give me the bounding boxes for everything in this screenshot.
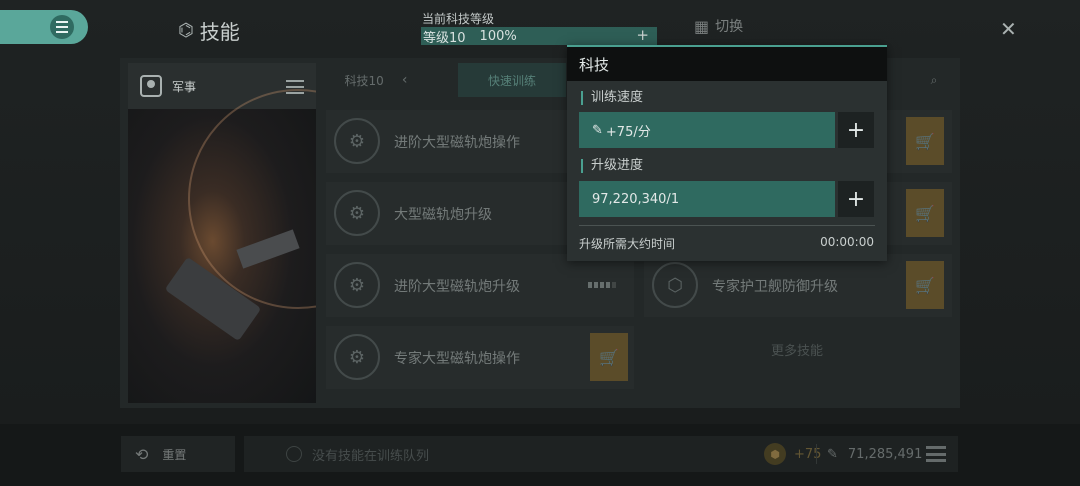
skill-card[interactable]: ⚙ 专家大型磁轨炮操作 🛒 [326, 326, 634, 389]
skill-name: 进阶大型磁轨炮升级 [394, 278, 520, 295]
train-speed-field: ✎ +75/分 [579, 112, 835, 148]
skill-name: 专家大型磁轨炮操作 [394, 350, 520, 367]
page-title-text: 技能 [199, 20, 240, 44]
upgrade-progress-plus-button[interactable]: + [838, 181, 874, 217]
skill-points-value: 71,285,491 [847, 446, 923, 462]
grid-icon: ▦ [694, 16, 710, 36]
search-icon[interactable]: ⌕ [916, 63, 952, 97]
main-menu-button[interactable] [0, 10, 88, 44]
tech-level-label: 当前科技等级 [422, 12, 495, 26]
category-header[interactable]: 军事 [128, 63, 316, 109]
popup-title: 科技 [567, 47, 887, 81]
queue-icon [286, 446, 302, 462]
queue-menu-icon[interactable] [926, 446, 946, 462]
upgrade-progress-value: 97,220,340/1 [592, 191, 680, 207]
train-speed-label: 训练速度 [581, 91, 643, 105]
cart-icon[interactable]: 🛒 [906, 117, 944, 165]
tab-quick-train-label: 快速训练 [487, 73, 536, 88]
upgrade-progress-field: 97,220,340/1 [579, 181, 835, 217]
skill-name: 专家护卫舰防御升级 [712, 278, 838, 295]
train-speed-plus-button[interactable]: + [838, 112, 874, 148]
tab-tech-level-label: 科技10 [344, 73, 384, 88]
boost-indicator[interactable]: ⬢ +75 [764, 436, 821, 472]
close-icon[interactable]: ✕ [1000, 17, 1017, 41]
upgrade-progress-label: 升级进度 [581, 159, 643, 173]
skill-points: ✎ 71,285,491 [816, 436, 922, 472]
cart-icon[interactable]: 🛒 [906, 189, 944, 237]
menu-icon [50, 15, 74, 39]
boost-icon: ⬢ [764, 443, 786, 465]
reset-button[interactable]: ⟲ 重置 [121, 436, 235, 472]
skill-card[interactable]: ⬡ 专家护卫舰防御升级 🛒 [644, 254, 952, 317]
queue-empty-text: 没有技能在训练队列 [312, 448, 430, 464]
tab-tech-level[interactable]: 科技10 ‹ [326, 63, 426, 97]
more-skills-button[interactable]: 更多技能 [644, 322, 950, 376]
train-speed-value: +75/分 [605, 124, 651, 140]
switch-label: 切换 [715, 19, 744, 35]
cube-icon: ⬡ [652, 262, 698, 308]
skill-progress [588, 282, 616, 288]
reset-label: 重置 [162, 447, 187, 462]
estimate-value: 00:00:00 [820, 235, 874, 249]
skill-icon: ⚙ [334, 334, 380, 380]
estimate-label: 升级所需大约时间 [579, 237, 676, 251]
switch-button[interactable]: ▦ 切换 [694, 16, 743, 36]
category-menu-icon[interactable] [286, 80, 304, 94]
tech-level-value: 等级10 [423, 30, 466, 46]
chevron-left-icon[interactable]: ‹ [402, 72, 408, 88]
tech-level-plus[interactable]: + [636, 26, 649, 44]
cart-icon[interactable]: 🛒 [590, 333, 628, 381]
page-title: ⌬ 技能 [178, 16, 240, 45]
tech-level-bar: 等级10 100% + [421, 26, 657, 46]
category-artwork [128, 89, 316, 403]
tech-level-percent: 100% [479, 28, 517, 44]
military-icon [140, 75, 162, 97]
syringe-icon: ✎ [827, 446, 838, 462]
category-panel: 军事 [128, 63, 316, 403]
training-queue[interactable]: 没有技能在训练队列 ⬢ +75 ✎ 71,285,491 [244, 436, 958, 472]
dna-icon: ⌬ [178, 20, 194, 41]
category-label: 军事 [172, 79, 197, 94]
skill-card[interactable]: ⚙ 进阶大型磁轨炮升级 [326, 254, 634, 317]
reset-icon: ⟲ [135, 444, 149, 464]
skill-icon: ⚙ [334, 118, 380, 164]
divider [579, 225, 875, 226]
tab-quick-train[interactable]: 快速训练 [458, 63, 566, 97]
tech-popup: 科技 训练速度 ✎ +75/分 + 升级进度 97,220,340/1 + 升级… [567, 45, 887, 261]
syringe-icon: ✎ [592, 122, 603, 138]
skill-icon: ⚙ [334, 190, 380, 236]
cart-icon[interactable]: 🛒 [906, 261, 944, 309]
skill-name: 大型磁轨炮升级 [394, 206, 492, 223]
skill-icon: ⚙ [334, 262, 380, 308]
skill-name: 进阶大型磁轨炮操作 [394, 134, 520, 151]
